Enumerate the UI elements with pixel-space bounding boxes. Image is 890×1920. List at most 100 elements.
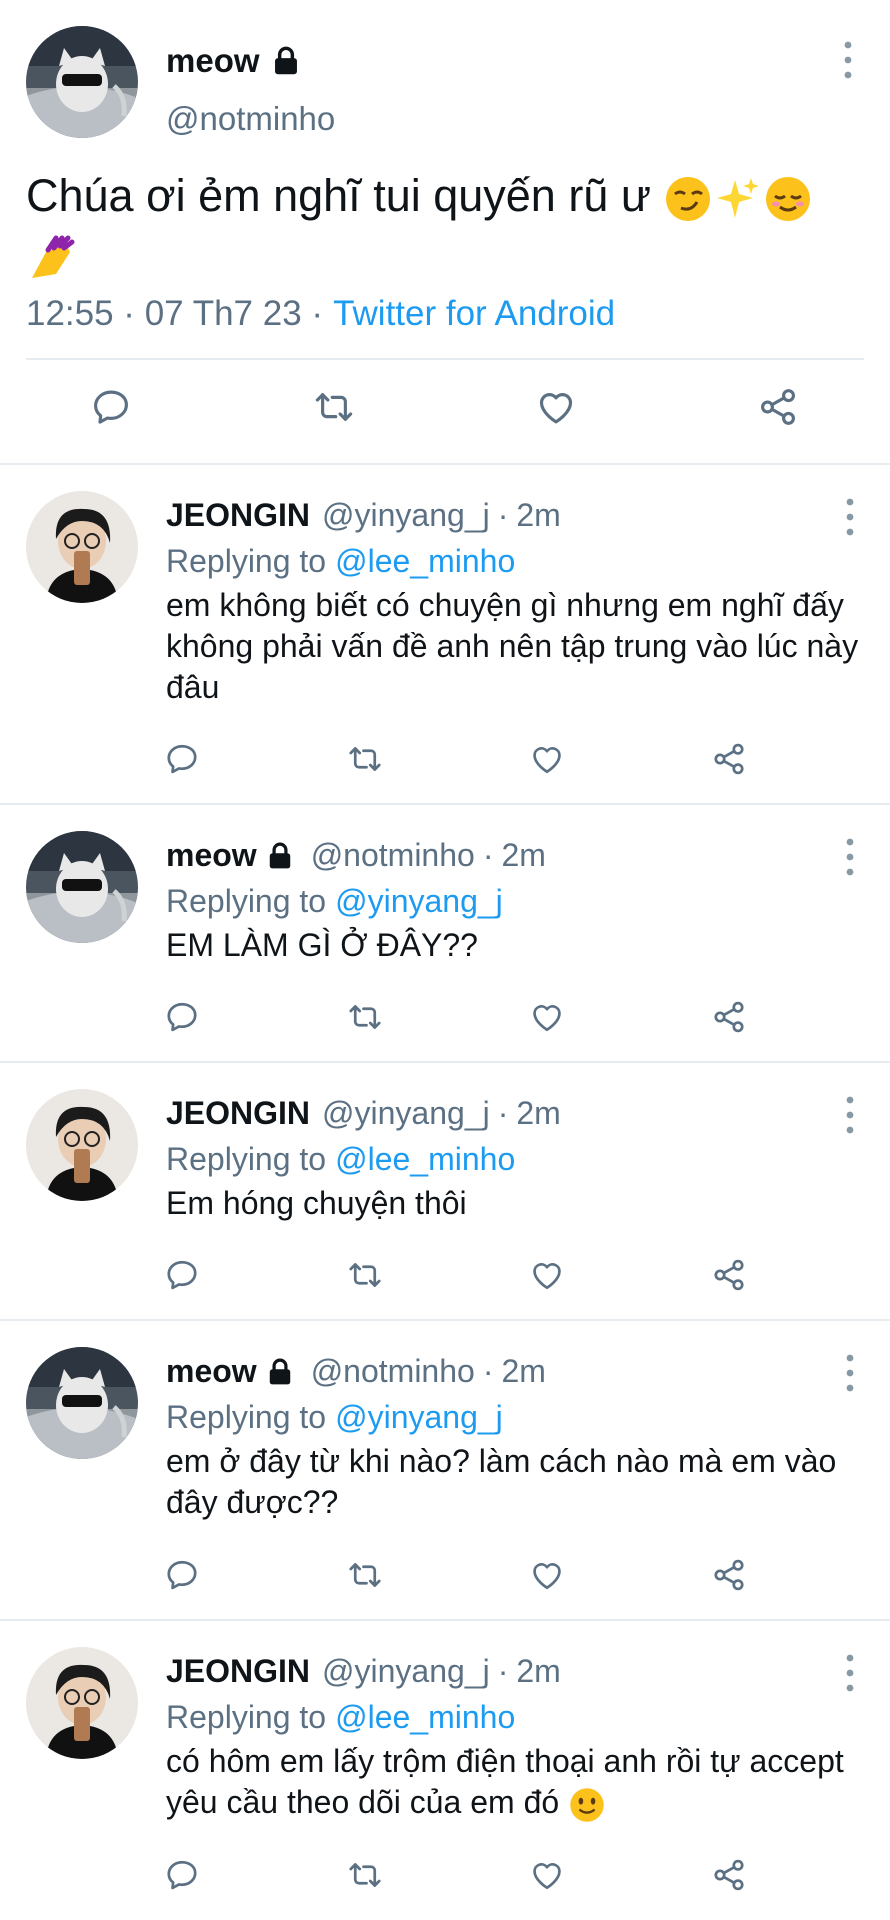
replying-to-link[interactable]: @yinyang_j [335, 1399, 503, 1435]
replying-to: Replying to @yinyang_j [166, 1399, 503, 1436]
reply-icon[interactable] [164, 741, 200, 777]
retweet-icon[interactable] [346, 1257, 384, 1293]
reply-header: meow @notminho · 2m [166, 1353, 546, 1390]
nail-polish-icon [26, 234, 76, 284]
author-name[interactable]: JEONGIN [166, 1095, 310, 1132]
reply-icon[interactable] [164, 1857, 200, 1893]
reply-actions [0, 1857, 890, 1897]
reply-icon[interactable] [164, 1557, 200, 1593]
reply-actions [0, 741, 890, 781]
tweet-timestamp: 12:55 · 07 Th7 23 · [26, 294, 324, 333]
author-name[interactable]: JEONGIN [166, 497, 310, 534]
replying-label: Replying to [166, 883, 327, 919]
like-icon[interactable] [528, 999, 566, 1035]
like-icon[interactable] [528, 1257, 566, 1293]
author-name[interactable]: meow [166, 837, 257, 874]
retweet-icon[interactable] [346, 741, 384, 777]
more-options-icon[interactable] [846, 1095, 854, 1135]
reply-header: JEONGIN @yinyang_j · 2m [166, 1653, 561, 1690]
share-icon[interactable] [710, 1257, 748, 1293]
retweet-icon[interactable] [346, 999, 384, 1035]
avatar[interactable] [26, 1347, 138, 1459]
separator: · [497, 1095, 509, 1131]
replying-to: Replying to @lee_minho [166, 543, 515, 580]
reply-text: EM LÀM GÌ Ở ĐÂY?? [166, 927, 478, 963]
reply-icon[interactable] [164, 999, 200, 1035]
separator: · [482, 1353, 494, 1389]
reply-actions [0, 1257, 890, 1297]
retweet-icon[interactable] [346, 1557, 384, 1593]
author-handle[interactable]: @yinyang_j [322, 497, 490, 534]
reply-text: Em hóng chuyện thôi [166, 1185, 467, 1221]
more-options-icon[interactable] [846, 1653, 854, 1693]
replying-to-link[interactable]: @lee_minho [335, 1141, 515, 1177]
more-options-icon[interactable] [846, 497, 854, 537]
author-handle[interactable]: @notminho [311, 837, 475, 874]
more-options-icon[interactable] [846, 1353, 854, 1393]
replying-to-link[interactable]: @yinyang_j [335, 883, 503, 919]
reply-text: em không biết có chuyện gì nhưng em nghĩ… [166, 587, 859, 705]
reply-tweet[interactable]: meow @notminho · 2m Replying to @yinyang_… [0, 1323, 890, 1621]
reply-time: 2m [501, 1353, 546, 1389]
replying-to: Replying to @lee_minho [166, 1141, 515, 1178]
separator: · [497, 497, 509, 533]
reply-header: meow @notminho · 2m [166, 837, 546, 874]
share-icon[interactable] [710, 1857, 748, 1893]
share-icon[interactable] [710, 741, 748, 777]
reply-tweet[interactable]: JEONGIN @yinyang_j · 2m Replying to @lee_… [0, 1623, 890, 1920]
share-icon[interactable] [710, 999, 748, 1035]
author-handle[interactable]: @yinyang_j [322, 1095, 490, 1132]
share-icon[interactable] [756, 386, 800, 428]
slightly-smiling-face-icon [568, 1786, 606, 1824]
like-icon[interactable] [534, 386, 578, 428]
replying-to: Replying to @yinyang_j [166, 883, 503, 920]
author-row: meow [166, 42, 300, 80]
reply-time: 2m [516, 497, 561, 533]
reply-icon[interactable] [164, 1257, 200, 1293]
author-name[interactable]: JEONGIN [166, 1653, 310, 1690]
like-icon[interactable] [528, 1857, 566, 1893]
author-handle[interactable]: @notminho [311, 1353, 475, 1390]
cat-avatar-image [26, 26, 138, 138]
more-options-icon[interactable] [844, 40, 852, 80]
avatar[interactable] [26, 1089, 138, 1201]
replying-to-link[interactable]: @lee_minho [335, 543, 515, 579]
reply-text-content: có hôm em lấy trộm điện thoại anh rồi tự… [166, 1743, 844, 1820]
replying-label: Replying to [166, 543, 327, 579]
reply-actions [0, 999, 890, 1039]
more-options-icon[interactable] [846, 837, 854, 877]
tweet-meta: 12:55 · 07 Th7 23 · Twitter for Android [26, 294, 615, 334]
author-handle[interactable]: @yinyang_j [322, 1653, 490, 1690]
tweet-actions [0, 386, 890, 436]
main-tweet: meow @notminho Chúa ơi ẻm nghĩ tui quyến… [0, 0, 890, 465]
share-icon[interactable] [710, 1557, 748, 1593]
relieved-face-icon [763, 174, 813, 224]
avatar[interactable] [26, 1647, 138, 1759]
author-handle[interactable]: @notminho [166, 100, 335, 138]
reply-tweet[interactable]: JEONGIN @yinyang_j · 2m Replying to @lee_… [0, 467, 890, 805]
tweet-source-link[interactable]: Twitter for Android [333, 294, 615, 334]
replying-to-link[interactable]: @lee_minho [335, 1699, 515, 1735]
reply-tweet[interactable]: meow @notminho · 2m Replying to @yinyang_… [0, 807, 890, 1063]
like-icon[interactable] [528, 741, 566, 777]
reply-time: 2m [501, 837, 546, 873]
reply-header: JEONGIN @yinyang_j · 2m [166, 1095, 561, 1132]
avatar[interactable] [26, 491, 138, 603]
like-icon[interactable] [528, 1557, 566, 1593]
reply-time: 2m [516, 1095, 561, 1131]
reply-icon[interactable] [90, 386, 132, 428]
retweet-icon[interactable] [346, 1857, 384, 1893]
avatar[interactable] [26, 831, 138, 943]
reply-text: em ở đây từ khi nào? làm cách nào mà em … [166, 1443, 837, 1520]
avatar[interactable] [26, 26, 138, 138]
reply-time: 2m [516, 1653, 561, 1689]
retweet-icon[interactable] [312, 386, 356, 428]
lock-icon [272, 46, 300, 76]
separator: · [482, 837, 494, 873]
reply-header: JEONGIN @yinyang_j · 2m [166, 497, 561, 534]
author-name[interactable]: meow [166, 1353, 257, 1390]
smirking-face-icon [663, 174, 713, 224]
author-name[interactable]: meow [166, 42, 260, 80]
sparkles-icon [713, 174, 763, 224]
reply-tweet[interactable]: JEONGIN @yinyang_j · 2m Replying to @lee_… [0, 1065, 890, 1321]
